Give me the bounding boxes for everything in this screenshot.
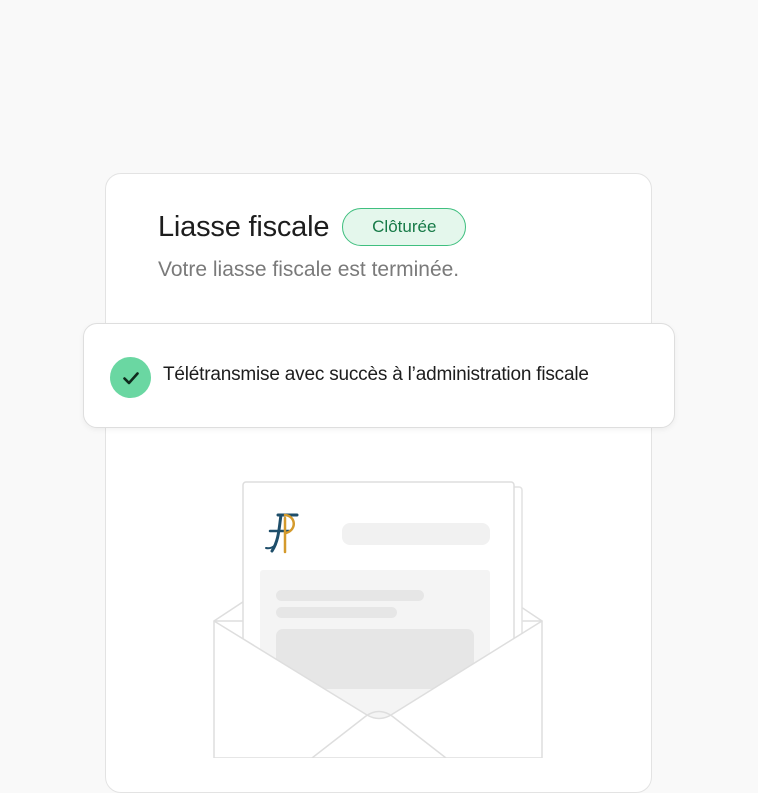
check-icon: [110, 357, 151, 398]
content-line: [276, 607, 397, 618]
notice-text: Télétransmise avec succès à l’administra…: [163, 364, 589, 385]
content-line: [276, 590, 424, 601]
header-placeholder: [342, 523, 490, 545]
